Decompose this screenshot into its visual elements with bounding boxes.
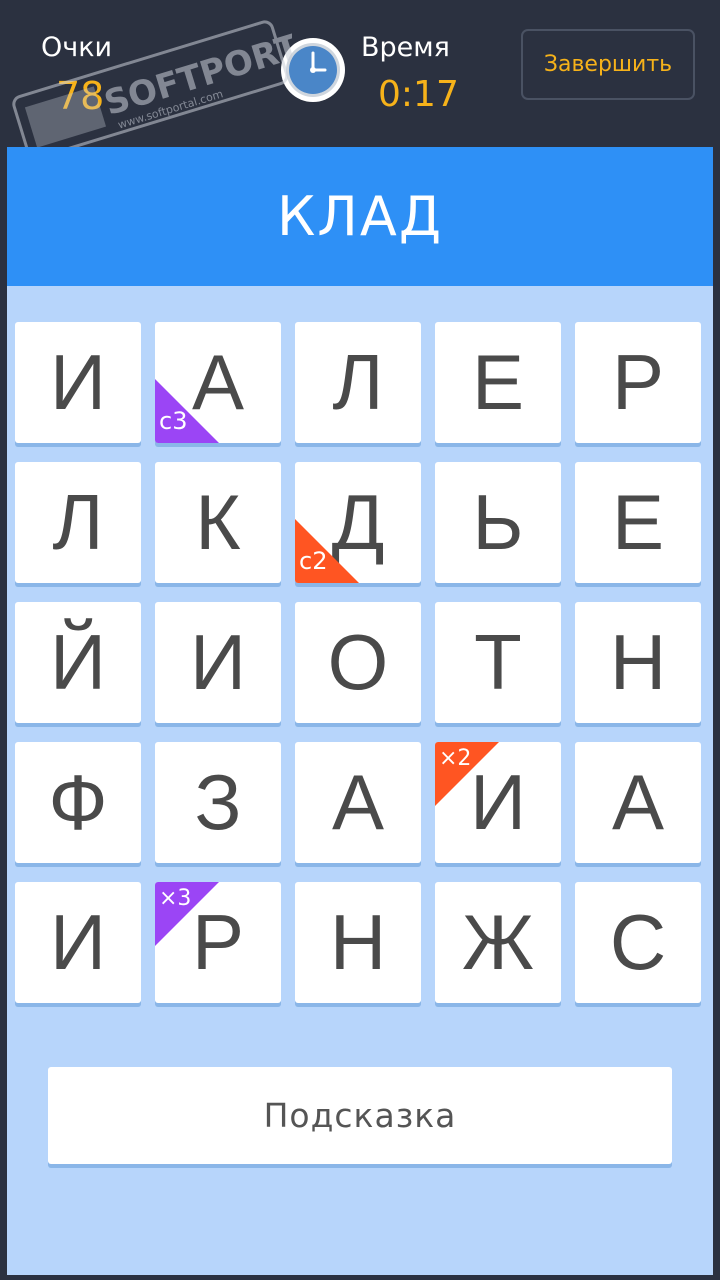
letter-tile[interactable]: И	[15, 882, 141, 1003]
finish-button[interactable]: Завершить	[521, 29, 695, 100]
letter-tile[interactable]: З	[155, 742, 281, 863]
tile-letter: З	[194, 758, 242, 846]
tile-letter: Н	[329, 898, 387, 986]
tile-letter: Н	[609, 618, 667, 706]
tile-letter: Р	[611, 338, 665, 426]
tile-letter: Ж	[461, 898, 535, 986]
tile-letter: О	[327, 618, 389, 706]
hint-button[interactable]: Подсказка	[48, 1067, 672, 1164]
bonus-badge-label: с3	[159, 407, 188, 435]
tile-letter: Л	[52, 478, 104, 566]
letter-tile[interactable]: Ь	[435, 462, 561, 583]
game-board: КЛАД И Ас3 Л Е Р Л К Дс2 Ь Е Й И О Т Н Ф З А И ×2 А И Р ×3 Н Ж С П…	[7, 147, 713, 1275]
letter-tile[interactable]: Е	[575, 462, 701, 583]
tile-letter: И	[49, 338, 107, 426]
score-value: 78	[56, 74, 105, 118]
tile-letter: Т	[474, 618, 522, 706]
target-word: КЛАД	[7, 147, 713, 286]
time-label: Время	[361, 32, 450, 63]
letter-tile[interactable]: Ф	[15, 742, 141, 863]
clock-icon	[281, 38, 345, 102]
time-value: 0:17	[378, 74, 459, 115]
tile-letter: И	[189, 618, 247, 706]
letter-tile[interactable]: И	[155, 602, 281, 723]
letter-tile[interactable]: С	[575, 882, 701, 1003]
tile-letter: И	[49, 898, 107, 986]
letter-tile[interactable]: И	[15, 322, 141, 443]
letter-tile[interactable]: К	[155, 462, 281, 583]
letter-tile[interactable]: Л	[15, 462, 141, 583]
bonus-badge-label: с2	[299, 547, 328, 575]
letter-tile[interactable]: А	[575, 742, 701, 863]
tile-letter: Л	[332, 338, 384, 426]
tile-letter: Й	[49, 618, 107, 706]
tile-letter: С	[609, 898, 667, 986]
tile-letter: А	[331, 758, 385, 846]
letter-tile[interactable]: Н	[295, 882, 421, 1003]
tile-letter: Ь	[472, 478, 524, 566]
letter-tile[interactable]: Р ×3	[155, 882, 281, 1003]
tile-letter: А	[611, 758, 665, 846]
tile-letter: Е	[471, 338, 525, 426]
letter-tile[interactable]: Дс2	[295, 462, 421, 583]
letter-tile[interactable]: И ×2	[435, 742, 561, 863]
top-bar: Очки 78 Время 0:17 Завершить	[0, 0, 720, 147]
tile-letter: Ф	[48, 758, 108, 846]
letter-tile[interactable]: Ас3	[155, 322, 281, 443]
bonus-badge-label: ×2	[439, 746, 472, 771]
letter-tile[interactable]: Р	[575, 322, 701, 443]
letter-tile[interactable]: О	[295, 602, 421, 723]
bonus-badge-label: ×3	[159, 886, 192, 911]
letter-tile[interactable]: Ж	[435, 882, 561, 1003]
letter-tile[interactable]: А	[295, 742, 421, 863]
letter-tile[interactable]: Н	[575, 602, 701, 723]
tile-letter: Е	[611, 478, 665, 566]
letter-tile[interactable]: Л	[295, 322, 421, 443]
letter-tile[interactable]: Е	[435, 322, 561, 443]
letter-tile[interactable]: Т	[435, 602, 561, 723]
tile-letter: К	[195, 478, 241, 566]
score-label: Очки	[41, 32, 113, 63]
letter-tile[interactable]: Й	[15, 602, 141, 723]
